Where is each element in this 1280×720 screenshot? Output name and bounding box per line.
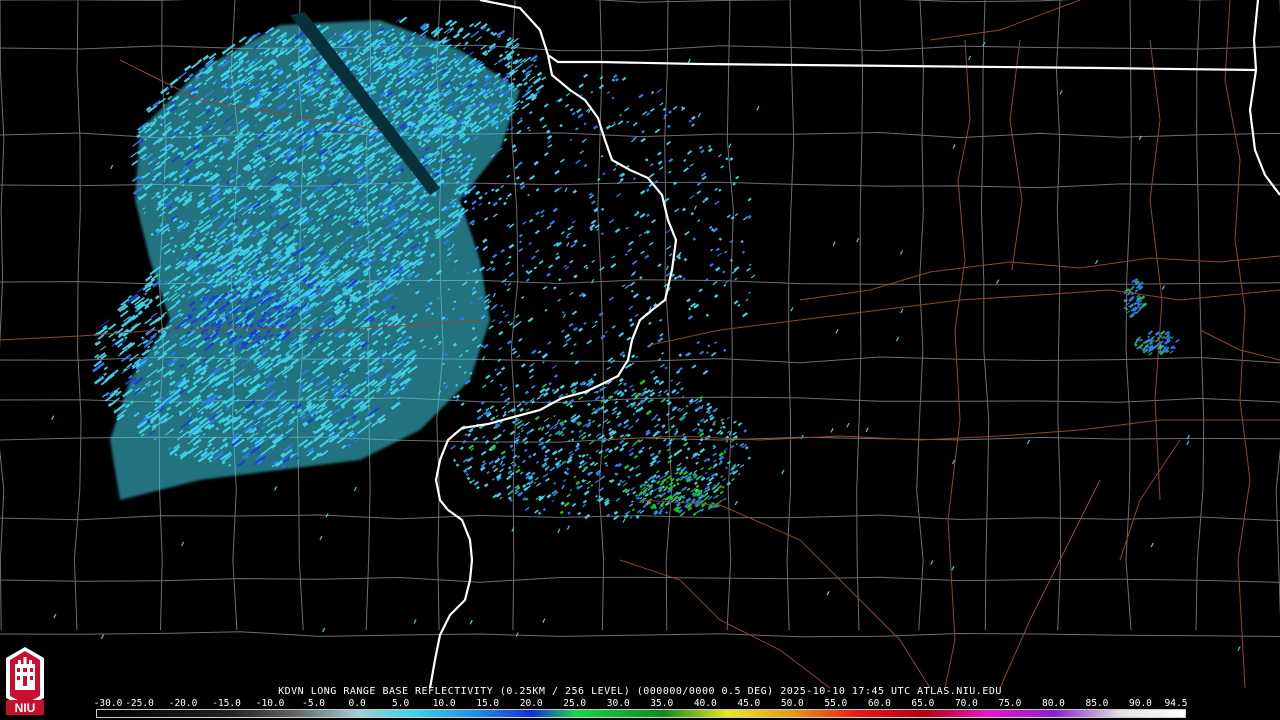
colorbar-tick-label: 65.0 (911, 698, 935, 709)
colorbar-tick-label: -25.0 (125, 698, 154, 709)
colorbar-tick-label: 35.0 (650, 698, 674, 709)
reflectivity-echoes (51, 12, 1241, 651)
colorbar-tick-label: -5.0 (302, 698, 326, 709)
colorbar-tick-label: 20.0 (519, 698, 543, 709)
colorbar-tick-label: 55.0 (824, 698, 848, 709)
colorbar-tick-label: 60.0 (867, 698, 891, 709)
radar-map (0, 0, 1280, 688)
logo-text: NIU (15, 701, 36, 715)
niu-logo: NIU (6, 647, 44, 715)
colorbar-tick-label: 25.0 (563, 698, 587, 709)
colorbar-tick-label: 70.0 (954, 698, 978, 709)
colorbar-tick-label: 40.0 (693, 698, 717, 709)
reflectivity-colorbar (96, 709, 1186, 718)
colorbar-labels: -30.0 -25.0 -20.0 -15.0 -10.0 -5.0 0.0 5.0 10.0 1… (93, 698, 1188, 709)
colorbar-tick-label: 15.0 (476, 698, 500, 709)
colorbar-tick-label: 94.5 (1164, 698, 1188, 709)
colorbar-tick-label: -30.0 (93, 698, 123, 709)
colorbar-tick-label: 10.0 (432, 698, 456, 709)
state-boundaries (428, 0, 1280, 688)
colorbar-tick-label: 90.0 (1129, 698, 1152, 709)
colorbar-tick-label: -10.0 (255, 698, 285, 709)
colorbar-tick-label: 30.0 (606, 698, 630, 709)
colorbar-tick-label: -15.0 (212, 698, 241, 709)
colorbar-tick-label: 75.0 (998, 698, 1022, 709)
colorbar-tick-label: 85.0 (1085, 698, 1109, 709)
colorbar-tick-label: 50.0 (780, 698, 804, 709)
colorbar-tick-label: 80.0 (1041, 698, 1065, 709)
colorbar-tick-label: 5.0 (392, 698, 410, 709)
colorbar-tick-label: -20.0 (168, 698, 198, 709)
radar-caption: KDVN LONG RANGE BASE REFLECTIVITY (0.25K… (278, 686, 1002, 697)
colorbar-tick-label: 45.0 (737, 698, 761, 709)
colorbar-tick-label: 0.0 (348, 698, 366, 709)
